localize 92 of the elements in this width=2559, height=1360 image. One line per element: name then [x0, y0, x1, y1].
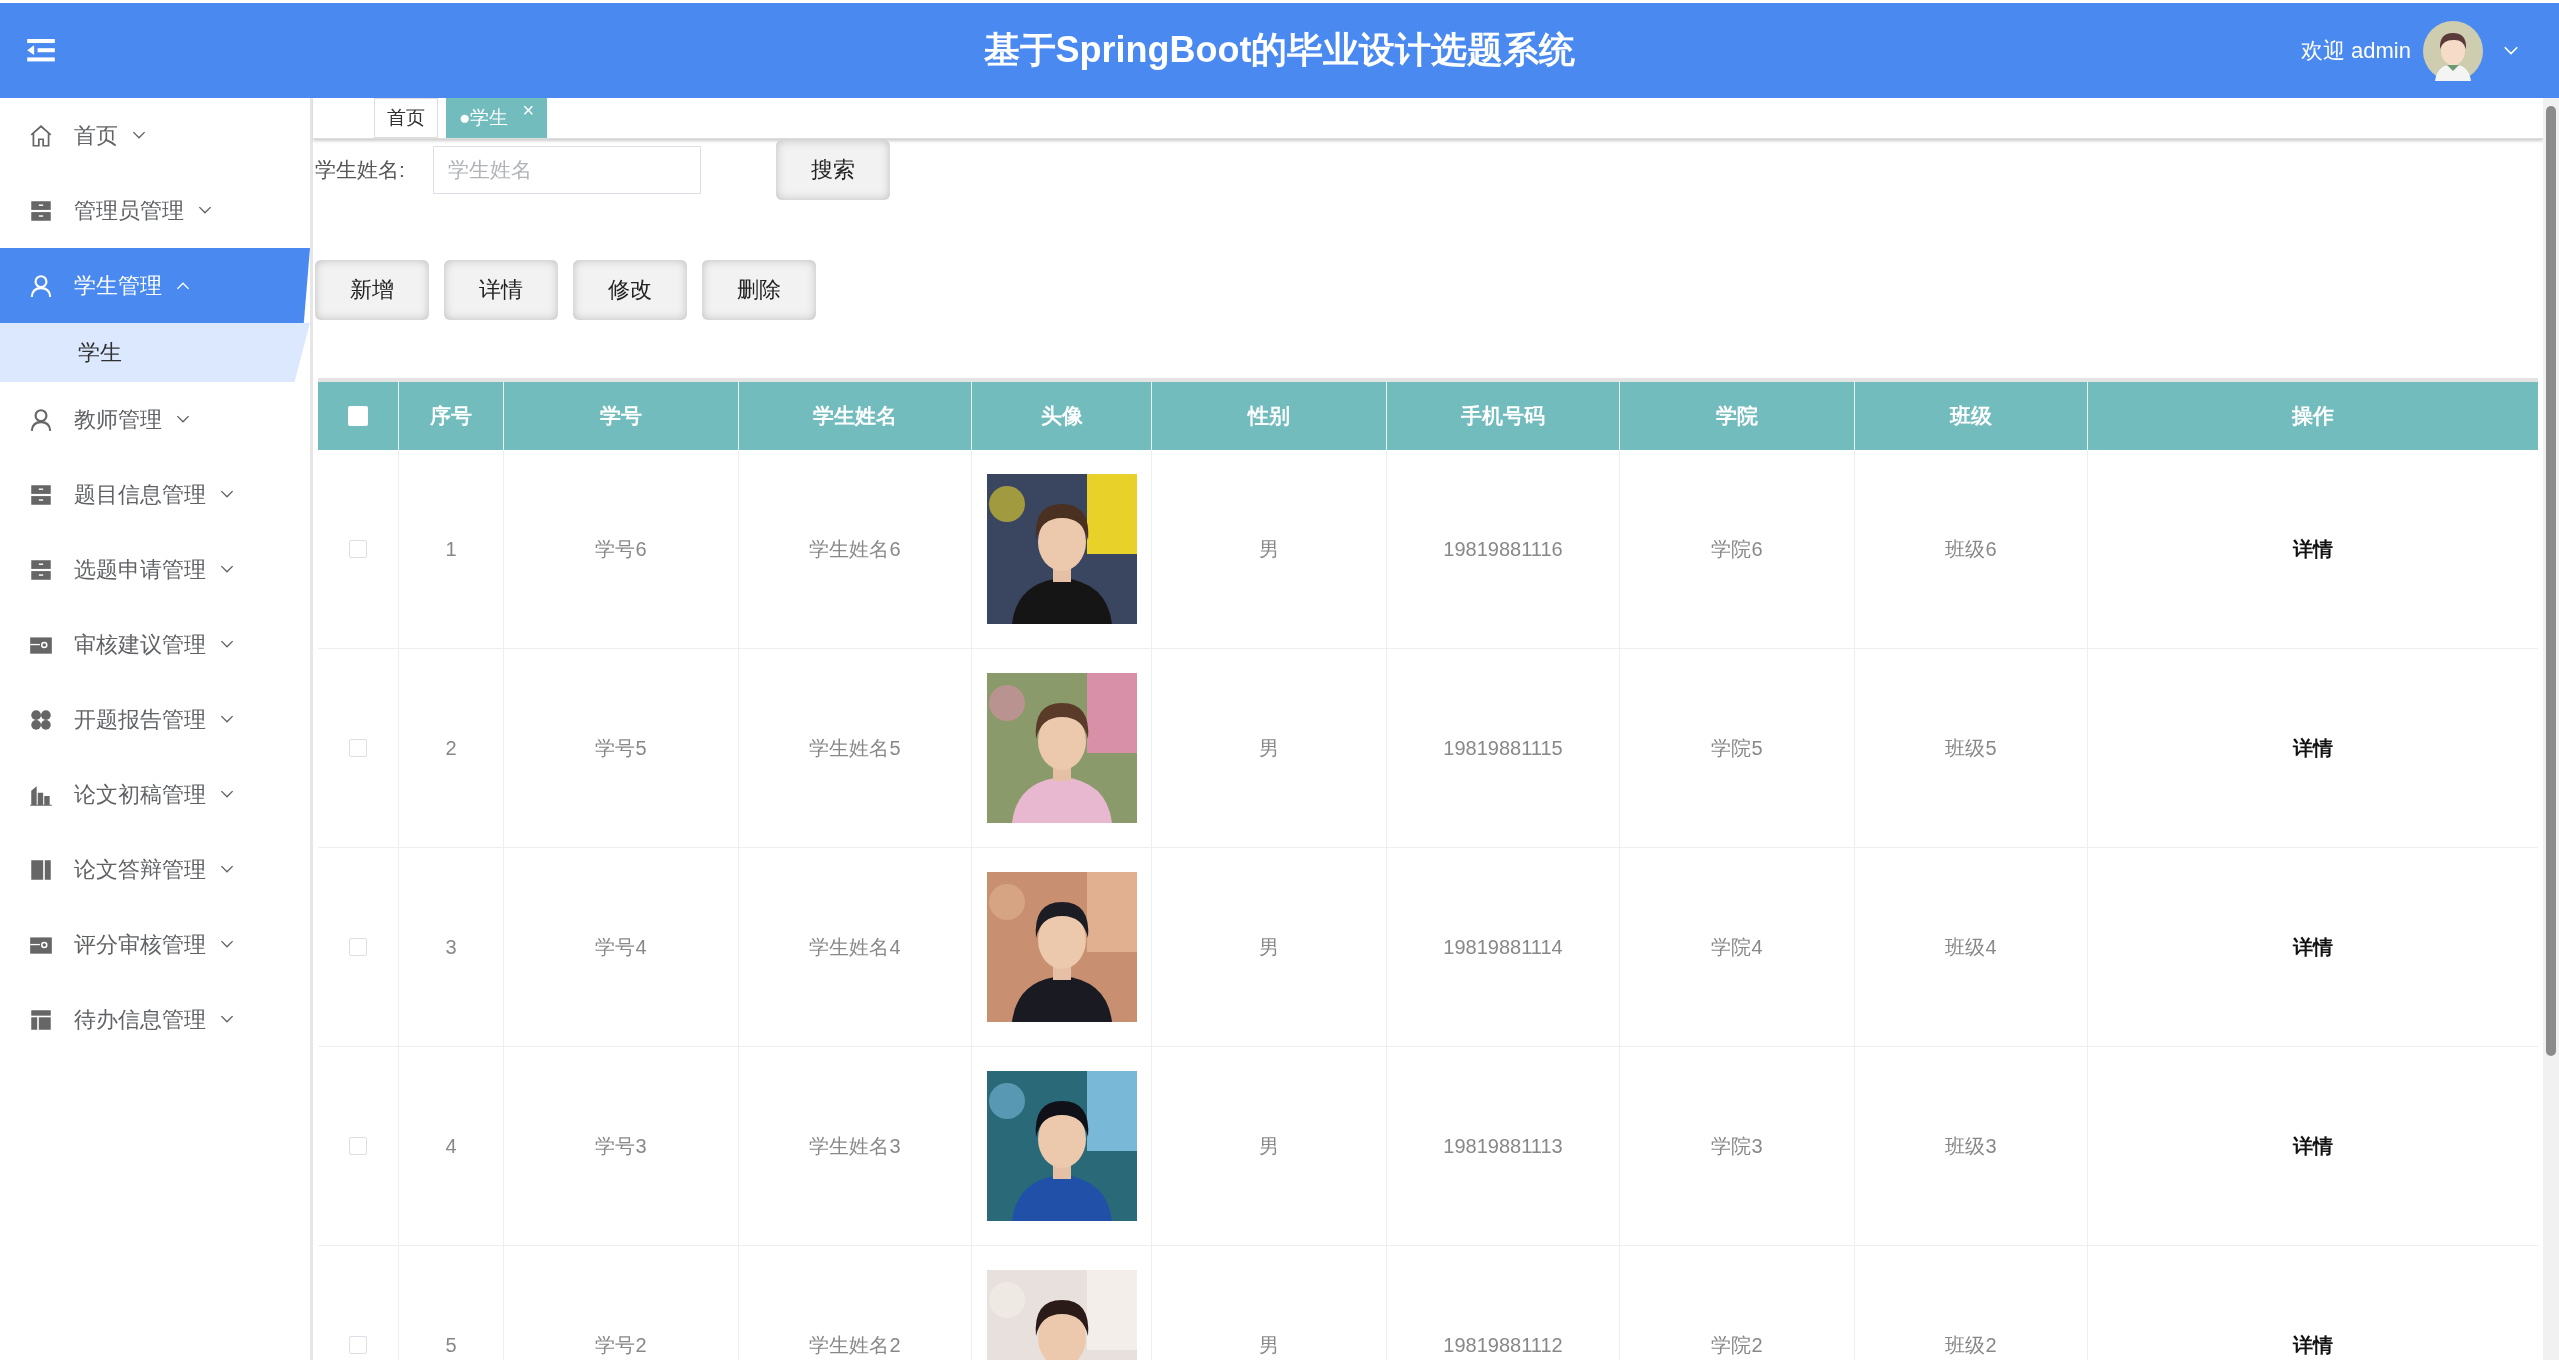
action-button[interactable]: 删除 [702, 260, 816, 320]
action-button[interactable]: 新增 [315, 260, 429, 320]
caret-icon [198, 206, 212, 215]
table-cell: 学生姓名3 [738, 1047, 971, 1245]
person-icon [28, 272, 54, 299]
table-cell: 3 [398, 848, 503, 1046]
table-cell: 学院4 [1619, 848, 1854, 1046]
table-cell: 男 [1151, 1047, 1386, 1245]
caret-icon [220, 1015, 234, 1024]
submenu-item[interactable]: 学生 [0, 323, 310, 382]
row-checkbox[interactable] [349, 1336, 367, 1354]
row-checkbox[interactable] [349, 739, 367, 757]
tab-label: 首页 [387, 106, 425, 130]
table-cell: 19819881115 [1386, 649, 1619, 847]
sidebar-item[interactable]: 审核建议管理 [0, 607, 310, 682]
scrollbar[interactable] [2543, 98, 2559, 1360]
field-label: 学生姓名: [315, 157, 406, 183]
search-button[interactable]: 搜索 [776, 140, 890, 200]
table-cell: 男 [1151, 450, 1386, 648]
table-row[interactable]: 1 学号6 学生姓名6 男 19819881116 学院6 班级6 详情 [318, 450, 2538, 649]
tab-label: ●学生 [459, 106, 509, 130]
sidebar-item[interactable]: 管理员管理 [0, 173, 310, 248]
table-cell: 5 [398, 1246, 503, 1360]
table-cell: 学号4 [503, 848, 738, 1046]
table-cell: 学院3 [1619, 1047, 1854, 1245]
caret-icon [220, 490, 234, 499]
details-link[interactable]: 详情 [2293, 535, 2333, 563]
table-cell: 学号6 [503, 450, 738, 648]
caret-icon [132, 131, 146, 140]
select-all-checkbox[interactable] [348, 406, 368, 426]
table-cell: 学院5 [1619, 649, 1854, 847]
caret-icon [176, 415, 190, 424]
app-title: 基于SpringBoot的毕业设计选题系统 [983, 28, 1576, 72]
sidebar-item[interactable]: 待办信息管理 [0, 982, 310, 1057]
dropdown-caret-icon[interactable] [2503, 45, 2519, 56]
sidebar-item[interactable]: 选题申请管理 [0, 532, 310, 607]
table-cell: 班级4 [1854, 848, 2087, 1046]
table-cell: 班级3 [1854, 1047, 2087, 1245]
caret-icon [220, 865, 234, 874]
sidebar-item[interactable]: 论文初稿管理 [0, 757, 310, 832]
menu-icon[interactable] [27, 39, 55, 62]
table-cell: 学生姓名4 [738, 848, 971, 1046]
table-cell: 男 [1151, 848, 1386, 1046]
caret-icon [220, 940, 234, 949]
table-cell: 班级2 [1854, 1246, 2087, 1360]
table-row[interactable]: 4 学号3 学生姓名3 男 19819881113 学院3 班级3 详情 [318, 1047, 2538, 1246]
caret-icon [220, 715, 234, 724]
table-cell: 学院2 [1619, 1246, 1854, 1360]
row-checkbox[interactable] [349, 938, 367, 956]
sidebar-item[interactable]: 题目信息管理 [0, 457, 310, 532]
caret-icon [220, 565, 234, 574]
caret-icon [176, 281, 190, 290]
details-link[interactable]: 详情 [2293, 1331, 2333, 1359]
table-cell: 19819881114 [1386, 848, 1619, 1046]
table-cell: 学生姓名5 [738, 649, 971, 847]
table-cell: 学号5 [503, 649, 738, 847]
table-cell: 男 [1151, 649, 1386, 847]
sidebar-item[interactable]: 开题报告管理 [0, 682, 310, 757]
welcome-text: 欢迎 admin [2300, 36, 2411, 65]
caret-icon [220, 790, 234, 799]
table-cell: 学生姓名6 [738, 450, 971, 648]
table-cell: 19819881113 [1386, 1047, 1619, 1245]
table-cell: 学号3 [503, 1047, 738, 1245]
table-cell: 1 [398, 450, 503, 648]
table-cell: 19819881116 [1386, 450, 1619, 648]
details-link[interactable]: 详情 [2293, 933, 2333, 961]
row-checkbox[interactable] [349, 1137, 367, 1155]
row-checkbox[interactable] [349, 540, 367, 558]
table-cell: 4 [398, 1047, 503, 1245]
person-icon [28, 406, 54, 433]
action-button[interactable]: 详情 [444, 260, 558, 320]
details-link[interactable]: 详情 [2293, 734, 2333, 762]
table-cell: 2 [398, 649, 503, 847]
sidebar-item[interactable]: 教师管理 [0, 382, 310, 457]
table-cell: 学生姓名2 [738, 1246, 971, 1360]
table-cell: 男 [1151, 1246, 1386, 1360]
avatar-icon[interactable] [2423, 20, 2483, 81]
table-cell: 学号2 [503, 1246, 738, 1360]
action-button[interactable]: 修改 [573, 260, 687, 320]
sidebar-item[interactable]: 评分审核管理 [0, 907, 310, 982]
table-row[interactable]: 2 学号5 学生姓名5 男 19819881115 学院5 班级5 详情 [318, 649, 2538, 848]
table-row[interactable]: 3 学号4 学生姓名4 男 19819881114 学院4 班级4 详情 [318, 848, 2538, 1047]
sidebar-item[interactable]: 论文答辩管理 [0, 832, 310, 907]
table-cell: 学院6 [1619, 450, 1854, 648]
table-cell: 班级5 [1854, 649, 2087, 847]
table-cell: 19819881112 [1386, 1246, 1619, 1360]
search-field[interactable]: 学生姓名 [433, 146, 701, 194]
caret-icon [220, 640, 234, 649]
tab[interactable]: 首页 [374, 98, 438, 138]
sidebar-item[interactable]: 首页 [0, 98, 310, 173]
details-link[interactable]: 详情 [2293, 1132, 2333, 1160]
table-cell: 班级6 [1854, 450, 2087, 648]
